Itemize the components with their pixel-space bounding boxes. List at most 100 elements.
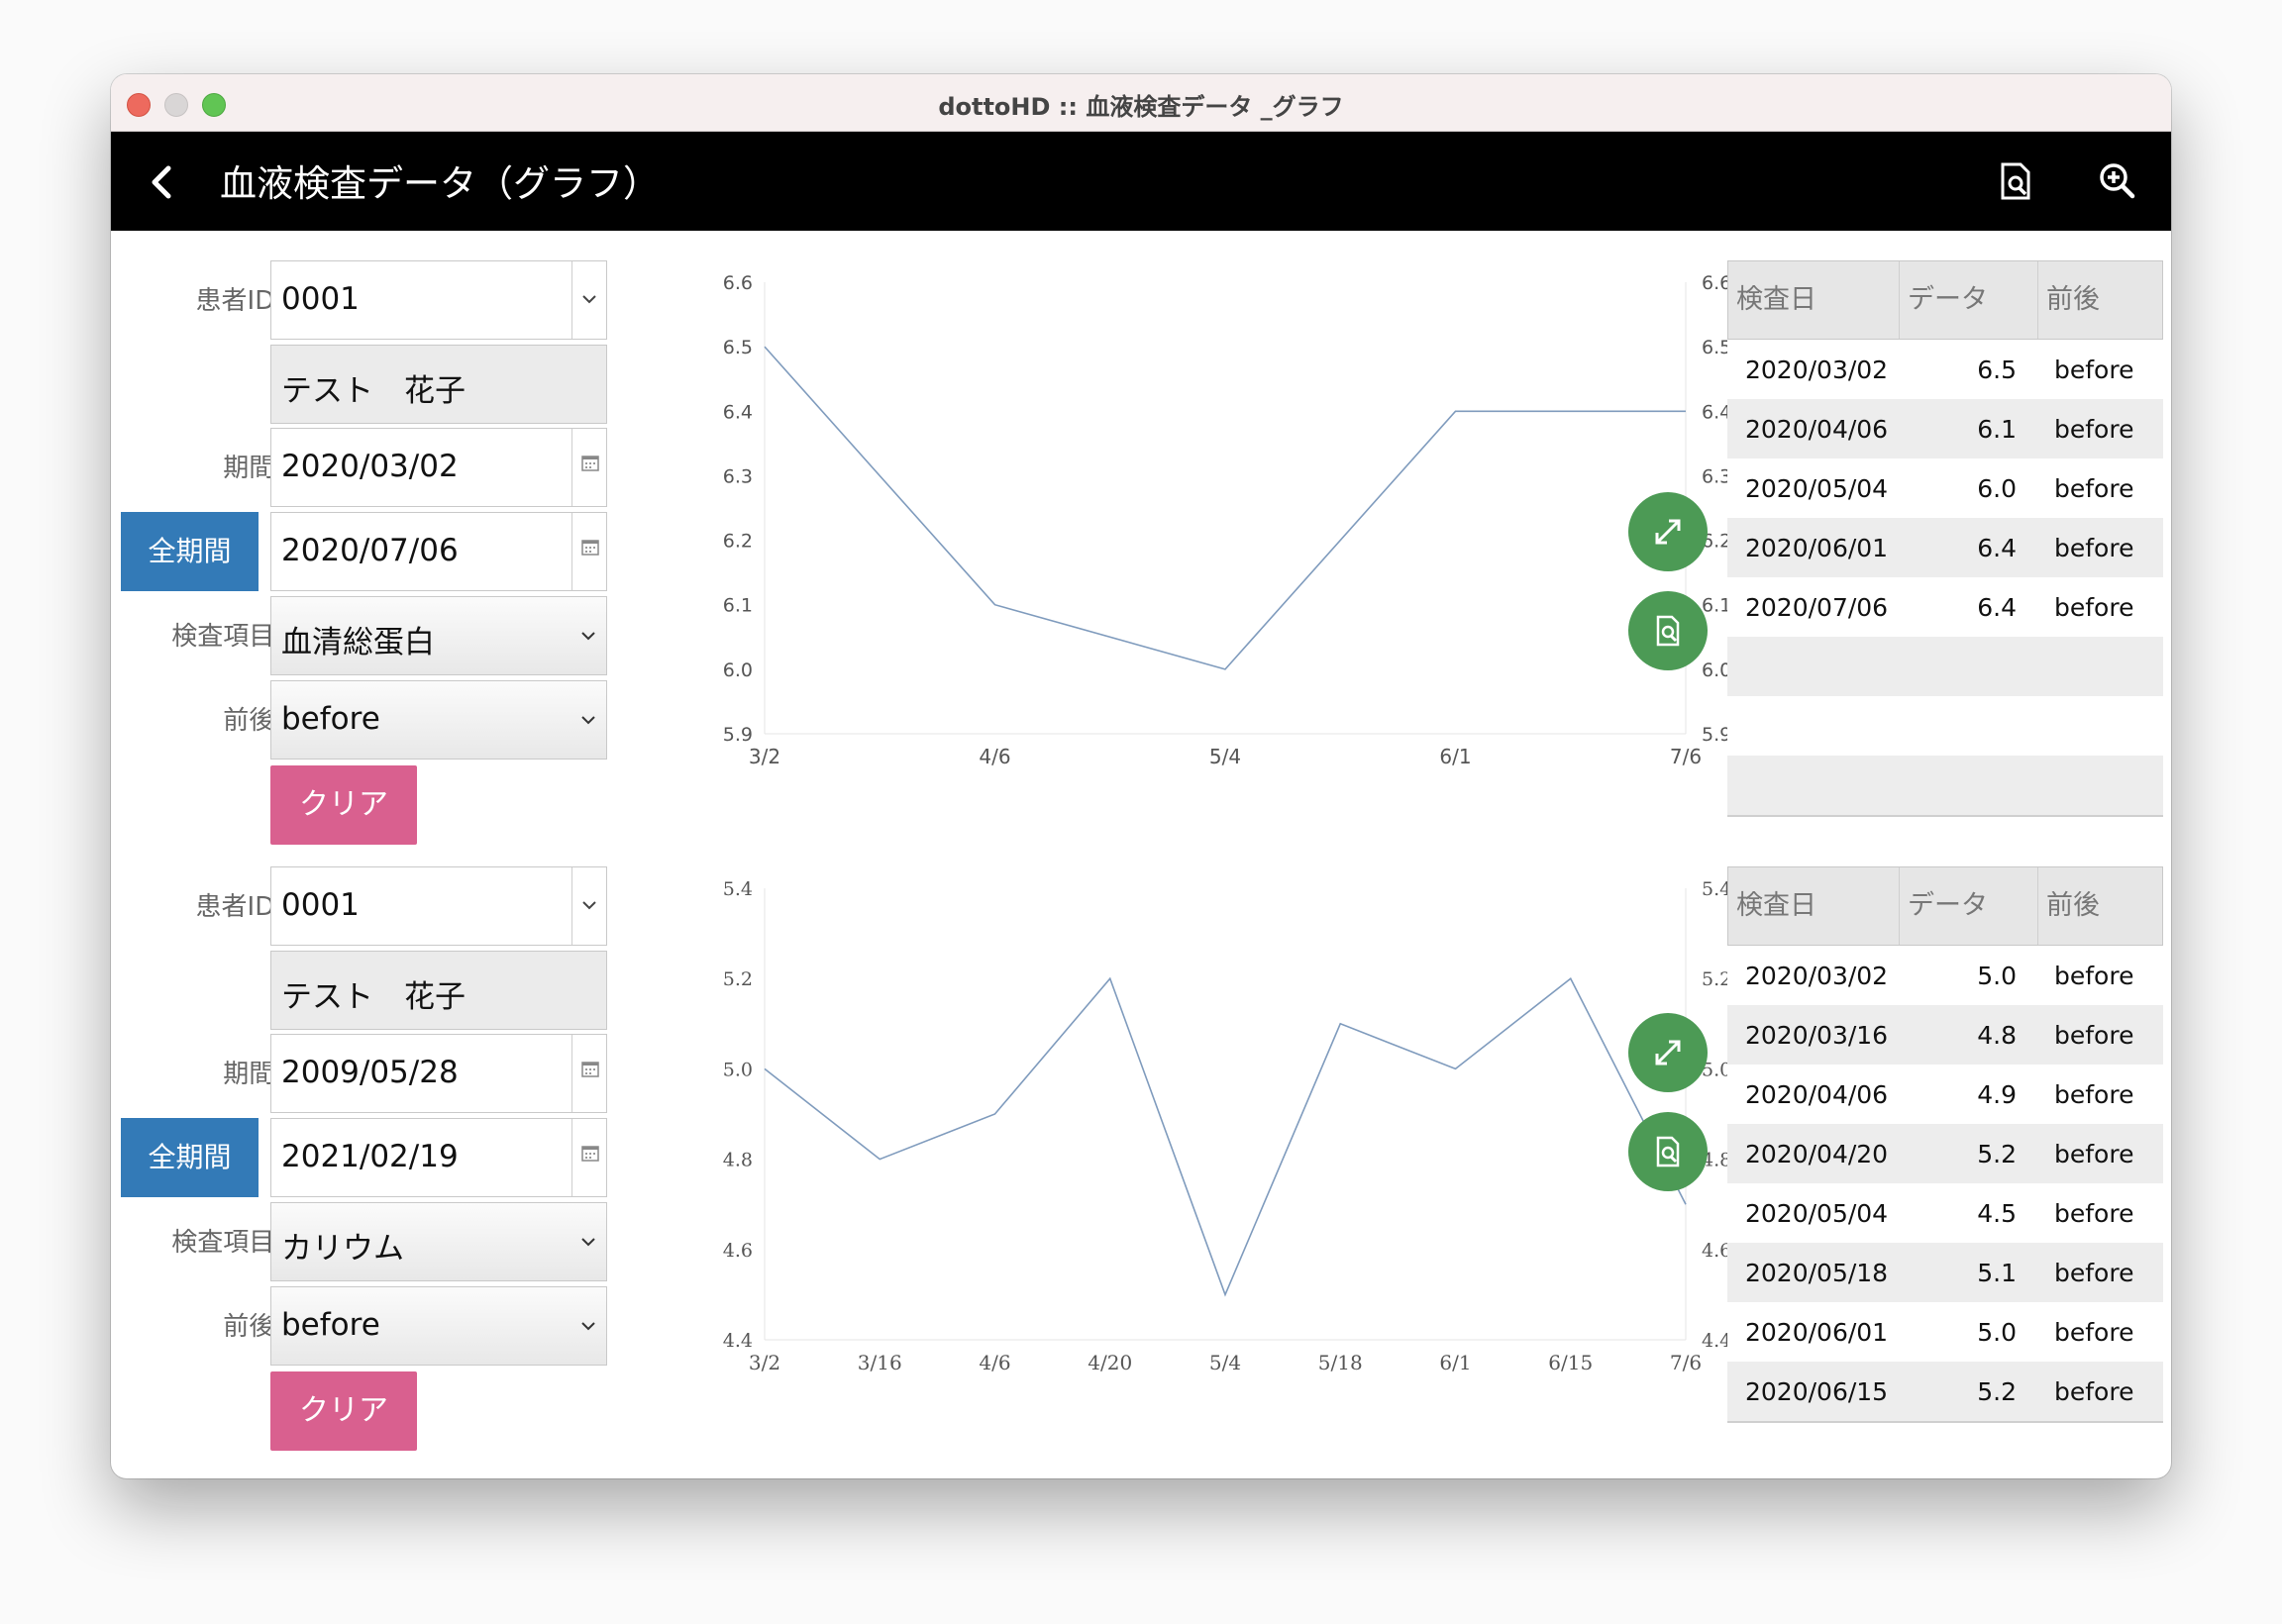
table-row[interactable]: 2020/03/16 4.8 before <box>1727 1005 2163 1065</box>
clear-button[interactable]: クリア <box>270 1371 417 1451</box>
window-title: dottoHD :: 血液検査データ _グラフ <box>938 93 1344 121</box>
expand-icon <box>1655 519 1681 545</box>
all-period-button[interactable]: 全期間 <box>121 512 259 591</box>
chevron-down-icon <box>581 1322 595 1331</box>
row-value: 6.5 <box>1977 355 2017 384</box>
row-timing: before <box>2054 593 2134 622</box>
row-value: 5.0 <box>1977 1318 2017 1347</box>
empty-table-row <box>1727 637 2163 696</box>
row-value: 5.1 <box>1977 1259 2017 1287</box>
print-preview-icon[interactable] <box>1997 161 2034 201</box>
data-point[interactable] <box>992 602 998 608</box>
data-point[interactable] <box>1453 1066 1459 1071</box>
patient-id-select[interactable]: 0001 <box>270 260 607 340</box>
row-timing: before <box>2054 534 2134 562</box>
column-header-timing[interactable]: 前後 <box>2037 867 2162 945</box>
row-value: 4.5 <box>1977 1199 2017 1228</box>
patient-id-dropdown[interactable] <box>571 261 606 339</box>
y-tick-label-left: 6.5 <box>723 337 753 358</box>
line-chart: 5.9 5.96.0 6.06.1 6.16.2 6.26.3 6.36.4 6.46.5 6… <box>723 272 1731 768</box>
test-item-select[interactable]: カリウム <box>270 1202 607 1281</box>
row-value: 5.2 <box>1977 1377 2017 1406</box>
column-header-date[interactable]: 検査日 <box>1736 261 1816 339</box>
x-tick-label: 5/4 <box>1209 745 1241 768</box>
table-row[interactable]: 2020/05/04 6.0 before <box>1727 458 2163 518</box>
column-header-value[interactable]: データ <box>1899 261 2037 339</box>
timing-select[interactable]: before <box>270 680 607 760</box>
row-value: 6.4 <box>1977 534 2017 562</box>
start-date-field[interactable]: 2009/05/28 <box>270 1034 607 1113</box>
data-point[interactable] <box>1222 1291 1228 1297</box>
calendar-icon[interactable] <box>571 513 606 590</box>
zoom-in-icon[interactable] <box>2098 161 2135 201</box>
table-row[interactable]: 2020/03/02 5.0 before <box>1727 946 2163 1005</box>
y-tick-label-left: 6.2 <box>723 531 753 553</box>
column-header-date[interactable]: 検査日 <box>1736 867 1816 945</box>
patient-id-dropdown[interactable] <box>571 867 606 945</box>
table-row[interactable]: 2020/03/02 6.5 before <box>1727 340 2163 399</box>
table-row[interactable]: 2020/04/06 6.1 before <box>1727 399 2163 458</box>
column-header-value[interactable]: データ <box>1899 867 2037 945</box>
chevron-down-icon <box>581 1238 595 1247</box>
x-tick-label: 3/2 <box>749 745 780 768</box>
y-tick-label-left: 4.8 <box>723 1150 753 1171</box>
end-date-field[interactable]: 2021/02/19 <box>270 1118 607 1197</box>
calendar-icon[interactable] <box>571 1119 606 1196</box>
calendar-icon[interactable] <box>571 429 606 506</box>
data-point[interactable] <box>1568 975 1574 981</box>
patient-id-label: 患者ID: <box>195 286 283 316</box>
line-chart: 4.4 4.44.6 4.64.8 4.85.0 5.05.2 5.25.4 5.43/2 3… <box>723 878 1731 1374</box>
row-timing: before <box>2054 1318 2134 1347</box>
data-point[interactable] <box>1683 408 1689 414</box>
table-row[interactable]: 2020/07/06 6.4 before <box>1727 577 2163 637</box>
row-value: 6.4 <box>1977 593 2017 622</box>
table-row[interactable]: 2020/05/18 5.1 before <box>1727 1243 2163 1302</box>
end-date-value: 2021/02/19 <box>281 1139 459 1174</box>
back-chevron-icon[interactable] <box>145 164 180 200</box>
data-point[interactable] <box>762 344 768 350</box>
expand-icon <box>1655 1040 1681 1066</box>
test-item-select[interactable]: 血清総蛋白 <box>270 596 607 675</box>
patient-id-value: 0001 <box>281 281 360 317</box>
chart-preview-button[interactable] <box>1628 1112 1708 1191</box>
row-date: 2020/07/06 <box>1745 593 1889 622</box>
clear-button[interactable]: クリア <box>270 765 417 845</box>
x-tick-label: 5/4 <box>1209 1351 1241 1374</box>
table-row[interactable]: 2020/04/20 5.2 before <box>1727 1124 2163 1183</box>
data-point[interactable] <box>1222 666 1228 672</box>
expand-chart-button[interactable] <box>1628 492 1708 571</box>
start-date-value: 2020/03/02 <box>281 449 459 484</box>
table-row[interactable]: 2020/06/01 5.0 before <box>1727 1302 2163 1362</box>
expand-chart-button[interactable] <box>1628 1013 1708 1092</box>
row-date: 2020/04/20 <box>1745 1140 1889 1168</box>
data-point[interactable] <box>877 1157 882 1163</box>
data-point[interactable] <box>1453 408 1459 414</box>
data-point[interactable] <box>762 1066 768 1071</box>
row-date: 2020/06/01 <box>1745 1318 1889 1347</box>
y-tick-label-left: 6.3 <box>723 465 753 487</box>
table-row[interactable]: 2020/04/06 4.9 before <box>1727 1065 2163 1124</box>
data-point[interactable] <box>1337 1021 1343 1027</box>
row-timing: before <box>2054 1021 2134 1050</box>
table-row[interactable]: 2020/05/04 4.5 before <box>1727 1183 2163 1243</box>
empty-table-row <box>1727 756 2163 815</box>
table-header: 検査日 データ 前後 <box>1727 260 2163 340</box>
row-timing: before <box>2054 474 2134 503</box>
start-date-field[interactable]: 2020/03/02 <box>270 428 607 507</box>
timing-select[interactable]: before <box>270 1286 607 1366</box>
table-row[interactable]: 2020/06/15 5.2 before <box>1727 1362 2163 1421</box>
all-period-button[interactable]: 全期間 <box>121 1118 259 1197</box>
patient-id-select[interactable]: 0001 <box>270 866 607 946</box>
y-tick-label-left: 4.6 <box>723 1240 753 1262</box>
row-timing: before <box>2054 1259 2134 1287</box>
data-point[interactable] <box>1107 975 1113 981</box>
table-row[interactable]: 2020/06/01 6.4 before <box>1727 518 2163 577</box>
calendar-icon[interactable] <box>571 1035 606 1112</box>
chart-preview-button[interactable] <box>1628 591 1708 670</box>
data-point[interactable] <box>992 1111 998 1117</box>
data-point[interactable] <box>1683 1201 1689 1207</box>
print-preview-icon <box>1656 615 1680 647</box>
column-header-timing[interactable]: 前後 <box>2037 261 2162 339</box>
end-date-field[interactable]: 2020/07/06 <box>270 512 607 591</box>
row-timing: before <box>2054 1199 2134 1228</box>
